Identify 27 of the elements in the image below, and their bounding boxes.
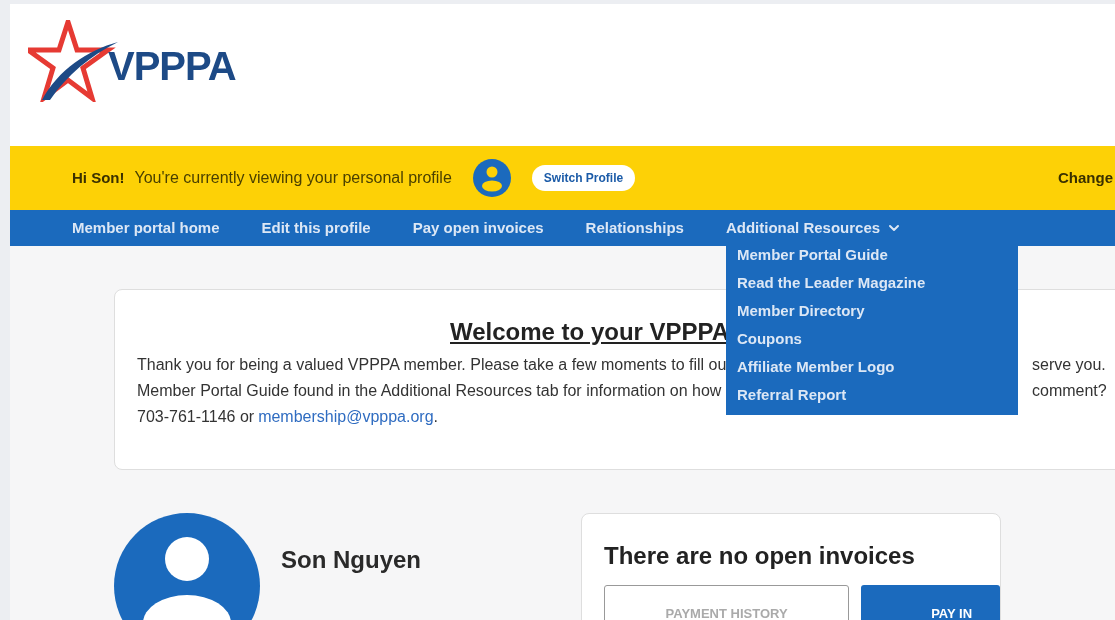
pay-button[interactable]: PAY IN xyxy=(861,585,1000,620)
dropdown-item[interactable]: Member Directory xyxy=(736,300,1018,329)
switch-profile-button[interactable]: Switch Profile xyxy=(531,165,636,191)
user-avatar-icon xyxy=(472,159,511,197)
nav-link[interactable]: Relationships xyxy=(585,216,684,240)
nav-link[interactable]: Pay open invoices xyxy=(412,216,544,240)
logo-text: VPPPA xyxy=(108,43,236,90)
nav-link[interactable]: Edit this profile xyxy=(261,216,371,240)
dropdown-item[interactable]: Read the Leader Magazine xyxy=(736,272,1018,301)
invoices-title: There are no open invoices xyxy=(604,541,916,571)
greeting-text: Hi Son! xyxy=(72,167,125,188)
dropdown-item[interactable]: Member Portal Guide xyxy=(736,244,1018,273)
profile-message: You're currently viewing your personal profile xyxy=(134,168,452,188)
payment-history-button[interactable]: PAYMENT HISTORY xyxy=(604,585,850,620)
vpppa-logo[interactable]: VPPPA xyxy=(28,20,236,102)
nav-dropdown[interactable]: Additional Resources xyxy=(725,216,903,240)
period-text: . xyxy=(433,407,438,427)
change-link[interactable]: Change xyxy=(1058,166,1115,190)
welcome-paragraph-text: comment? xyxy=(1032,381,1108,401)
dropdown-item[interactable]: Coupons xyxy=(736,328,1018,357)
welcome-paragraph-text: serve you. xyxy=(1032,355,1107,375)
dropdown-item[interactable]: Referral Report xyxy=(736,384,1018,413)
dropdown-item[interactable]: Affiliate Member Logo xyxy=(736,356,1018,385)
phone-text: 703-761-1146 or xyxy=(137,407,255,427)
nav-link[interactable]: Member portal home xyxy=(72,216,220,240)
email-link[interactable]: membership@vpppa.org xyxy=(258,405,434,429)
profile-name: Son Nguyen xyxy=(281,545,421,575)
